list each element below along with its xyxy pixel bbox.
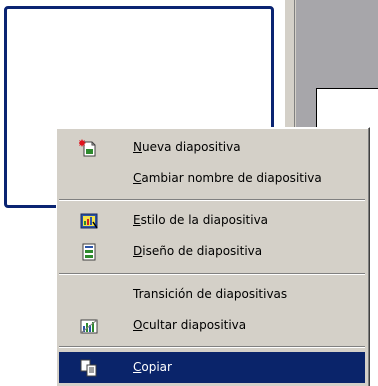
menu-separator xyxy=(59,199,365,201)
menu-item-label: Estilo de la diapositiva xyxy=(133,213,269,227)
menu-item-label: Nueva diapositiva xyxy=(133,140,241,154)
menu-separator xyxy=(59,346,365,348)
menu-item-label: Cambiar nombre de diapositiva xyxy=(133,171,322,185)
menu-item-label: Copiar xyxy=(133,360,172,374)
menu-item-slide-layout[interactable]: Diseño de diapositiva xyxy=(59,236,365,267)
slide-style-icon xyxy=(79,211,99,231)
menu-item-slide-transition[interactable]: Transición de diapositivas xyxy=(59,279,365,310)
menu-item-new-slide[interactable]: Nueva diapositiva xyxy=(59,132,365,163)
menu-item-label: Diseño de diapositiva xyxy=(133,244,263,258)
new-slide-icon xyxy=(78,138,99,158)
menu-item-rename-slide[interactable]: Cambiar nombre de diapositiva xyxy=(59,163,365,194)
menu-item-slide-style[interactable]: Estilo de la diapositiva xyxy=(59,205,365,236)
hide-slide-icon xyxy=(79,316,99,336)
copy-icon xyxy=(79,358,99,378)
menu-item-label: Ocultar diapositiva xyxy=(133,318,247,332)
menu-item-copy[interactable]: Copiar xyxy=(59,352,365,383)
menu-item-label: Transición de diapositivas xyxy=(133,287,288,301)
menu-separator xyxy=(59,273,365,275)
slide-layout-icon xyxy=(79,242,99,262)
menu-item-hide-slide[interactable]: Ocultar diapositiva xyxy=(59,310,365,341)
slide-context-menu: Nueva diapositiva Cambiar nombre de diap… xyxy=(56,127,370,386)
